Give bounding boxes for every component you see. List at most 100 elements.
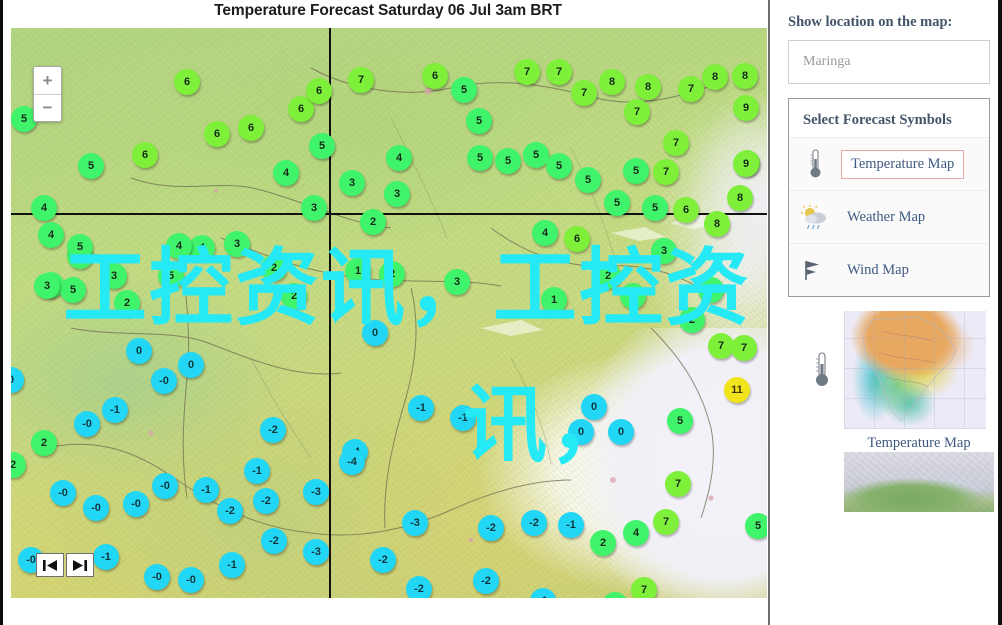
temperature-marker[interactable]: 5 bbox=[451, 77, 477, 103]
temperature-marker[interactable]: -2 bbox=[406, 576, 432, 598]
temperature-marker[interactable]: 2 bbox=[31, 430, 57, 456]
temperature-marker[interactable]: -0 bbox=[74, 411, 100, 437]
temperature-marker[interactable]: 3 bbox=[224, 231, 250, 257]
temperature-marker[interactable]: -0 bbox=[123, 491, 149, 517]
temperature-marker[interactable]: -3 bbox=[303, 539, 329, 565]
temperature-marker[interactable]: 8 bbox=[704, 211, 730, 237]
temperature-marker[interactable]: 5 bbox=[623, 158, 649, 184]
temperature-marker[interactable]: 7 bbox=[665, 471, 691, 497]
temperature-marker[interactable]: -1 bbox=[408, 395, 434, 421]
thumbnail-image-satellite[interactable] bbox=[844, 452, 994, 513]
temperature-marker[interactable]: -2 bbox=[260, 417, 286, 443]
temperature-marker[interactable]: 4 bbox=[31, 195, 57, 221]
temperature-marker[interactable]: 5 bbox=[745, 513, 767, 539]
temperature-marker[interactable]: 6 bbox=[132, 142, 158, 168]
zoom-control[interactable]: + − bbox=[33, 66, 62, 122]
temperature-marker[interactable]: 5 bbox=[158, 263, 184, 289]
temperature-marker[interactable]: 5 bbox=[642, 195, 668, 221]
temperature-marker[interactable]: 5 bbox=[309, 133, 335, 159]
temperature-marker[interactable]: 4 bbox=[532, 220, 558, 246]
forecast-map[interactable]: 5666665445675433432655557778878897975555… bbox=[11, 28, 767, 598]
temperature-marker[interactable]: 3 bbox=[301, 195, 327, 221]
temperature-marker[interactable]: 8 bbox=[635, 74, 661, 100]
symbol-option-weather-map[interactable]: Weather Map bbox=[789, 190, 989, 244]
temperature-marker[interactable]: 6 bbox=[204, 121, 230, 147]
temperature-marker[interactable]: 7 bbox=[624, 99, 650, 125]
temperature-marker[interactable]: 5 bbox=[667, 408, 693, 434]
temperature-marker[interactable]: -1 bbox=[450, 405, 476, 431]
temperature-marker[interactable]: 5 bbox=[78, 153, 104, 179]
temperature-marker[interactable]: 4 bbox=[166, 233, 192, 259]
temperature-marker[interactable]: 6 bbox=[174, 69, 200, 95]
location-search-input[interactable] bbox=[788, 40, 990, 84]
temperature-marker[interactable]: -2 bbox=[521, 510, 547, 536]
temperature-marker[interactable]: 1 bbox=[541, 287, 567, 313]
symbol-option-wind-map[interactable]: Wind Map bbox=[789, 243, 989, 297]
temperature-marker[interactable]: 2 bbox=[360, 209, 386, 235]
temperature-marker[interactable]: 3 bbox=[698, 277, 724, 303]
temperature-marker[interactable]: 8 bbox=[702, 64, 728, 90]
temperature-marker[interactable]: 3 bbox=[651, 238, 677, 264]
temperature-marker[interactable]: 7 bbox=[546, 59, 572, 85]
temperature-marker[interactable]: 3 bbox=[384, 181, 410, 207]
temperature-marker[interactable]: 0 bbox=[362, 320, 388, 346]
temperature-marker[interactable]: 7 bbox=[571, 80, 597, 106]
playback-controls[interactable] bbox=[36, 553, 94, 577]
zoom-in-button[interactable]: + bbox=[34, 67, 61, 94]
temperature-marker[interactable]: -1 bbox=[558, 512, 584, 538]
temperature-marker[interactable]: 3 bbox=[101, 263, 127, 289]
thumbnail-temperature-map[interactable] bbox=[800, 311, 986, 430]
symbol-option-temperature-map[interactable]: Temperature Map bbox=[789, 137, 989, 191]
temperature-marker[interactable]: 7 bbox=[653, 159, 679, 185]
temperature-marker[interactable]: -2 bbox=[253, 488, 279, 514]
temperature-marker[interactable]: 5 bbox=[575, 167, 601, 193]
temperature-marker[interactable]: -0 bbox=[83, 495, 109, 521]
temperature-marker[interactable]: -1 bbox=[219, 552, 245, 578]
temperature-marker[interactable]: 6 bbox=[422, 63, 448, 89]
temperature-marker[interactable]: 7 bbox=[631, 577, 657, 598]
temperature-marker[interactable]: 8 bbox=[732, 63, 758, 89]
temperature-marker[interactable]: 7 bbox=[663, 130, 689, 156]
temperature-marker[interactable]: 2 bbox=[114, 290, 140, 316]
temperature-marker[interactable]: 2 bbox=[620, 283, 646, 309]
temperature-marker[interactable]: 3 bbox=[34, 273, 60, 299]
temperature-marker[interactable]: 2 bbox=[590, 530, 616, 556]
temperature-marker[interactable]: 9 bbox=[733, 151, 759, 177]
temperature-marker[interactable]: -2 bbox=[370, 547, 396, 573]
temperature-marker[interactable]: 4 bbox=[623, 520, 649, 546]
temperature-marker[interactable]: 3 bbox=[444, 269, 470, 295]
temperature-marker[interactable]: 8 bbox=[599, 69, 625, 95]
temperature-marker[interactable]: -3 bbox=[303, 479, 329, 505]
temperature-marker[interactable]: 6 bbox=[238, 115, 264, 141]
temperature-marker[interactable]: 1 bbox=[345, 258, 371, 284]
temperature-marker[interactable]: 2 bbox=[261, 255, 287, 281]
temperature-marker[interactable]: -2 bbox=[217, 498, 243, 524]
temperature-marker[interactable]: 0 bbox=[178, 352, 204, 378]
temperature-marker[interactable]: 4 bbox=[386, 145, 412, 171]
temperature-marker[interactable]: 7 bbox=[348, 67, 374, 93]
temperature-marker[interactable]: 3 bbox=[339, 170, 365, 196]
temperature-marker[interactable]: -0 bbox=[178, 567, 204, 593]
temperature-marker[interactable]: 2 bbox=[281, 283, 307, 309]
temperature-marker[interactable]: 5 bbox=[495, 148, 521, 174]
temperature-marker[interactable]: 5 bbox=[604, 190, 630, 216]
temperature-marker[interactable]: 6 bbox=[306, 78, 332, 104]
temperature-marker[interactable]: -1 bbox=[244, 458, 270, 484]
temperature-marker[interactable]: 7 bbox=[514, 59, 540, 85]
temperature-marker[interactable]: 6 bbox=[673, 197, 699, 223]
temperature-marker[interactable]: 0 bbox=[126, 338, 152, 364]
temperature-marker[interactable]: -0 bbox=[144, 564, 170, 590]
temperature-marker[interactable]: 9 bbox=[733, 95, 759, 121]
temperature-marker[interactable]: 5 bbox=[60, 277, 86, 303]
temperature-marker[interactable]: -2 bbox=[473, 568, 499, 594]
temperature-marker[interactable]: 5 bbox=[67, 234, 93, 260]
temperature-marker[interactable]: 7 bbox=[653, 509, 679, 535]
temperature-marker[interactable]: 11 bbox=[724, 377, 750, 403]
temperature-marker[interactable]: 0 bbox=[608, 419, 634, 445]
temperature-marker[interactable]: 8 bbox=[727, 185, 753, 211]
temperature-marker[interactable]: 7 bbox=[731, 335, 757, 361]
temperature-marker[interactable]: 2 bbox=[595, 263, 621, 289]
temperature-marker[interactable]: 5 bbox=[466, 108, 492, 134]
temperature-marker[interactable]: 4 bbox=[38, 222, 64, 248]
temperature-marker[interactable]: -2 bbox=[261, 528, 287, 554]
